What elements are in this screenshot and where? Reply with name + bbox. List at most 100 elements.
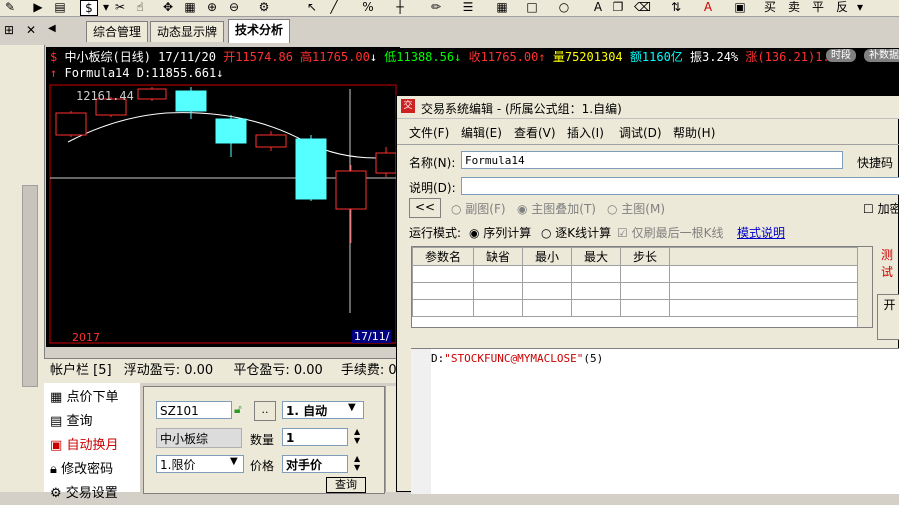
hand-icon[interactable]: ☝ xyxy=(132,0,148,14)
code-line: D:"STOCKFUNC@MYMACLOSE"(5) xyxy=(431,352,604,365)
menu-edit[interactable]: 编辑(E) xyxy=(461,124,502,142)
list-icon[interactable]: ☰ xyxy=(460,0,476,14)
dialog-title: 交易系统编辑 - (所属公式组：1.自编) xyxy=(421,102,622,116)
amount-value: 额1160亿 xyxy=(629,50,683,64)
scroll-left-icon[interactable]: ◀ xyxy=(48,23,56,34)
col-step[interactable]: 步长 xyxy=(620,247,670,266)
col-min[interactable]: 最小 xyxy=(522,247,572,266)
sort-icon[interactable]: ⇅ xyxy=(668,0,684,14)
change-value: 涨(136.21)1. xyxy=(745,50,830,64)
pin-icon[interactable]: ⊞ xyxy=(4,23,14,37)
radio-sequence[interactable]: ◉ 序列计算 xyxy=(469,224,531,241)
encrypt-checkbox[interactable]: ☐ 加密 xyxy=(863,200,899,217)
sell-icon[interactable]: 卖 xyxy=(786,0,802,14)
down-arrow-icon: ↓ xyxy=(216,66,224,80)
circle-icon[interactable]: ○ xyxy=(556,0,572,14)
radio-main-chart[interactable]: ○ 主图(M) xyxy=(607,200,665,217)
price-input[interactable]: 对手价 xyxy=(282,455,348,473)
dollar-icon[interactable]: $ xyxy=(80,0,98,16)
erase-icon[interactable]: ⌫ xyxy=(634,0,651,14)
radio-per-bar[interactable]: ○ 逐K线计算 xyxy=(541,224,611,241)
lock-icon[interactable]: 🔓︎ xyxy=(234,402,242,417)
param-table[interactable]: 参数名 缺省 最小 最大 步长 xyxy=(411,246,873,328)
menu-change-password[interactable]: 🔒︎ 修改密码 xyxy=(50,458,113,481)
more-icon[interactable]: ▾ xyxy=(852,0,868,14)
menu-debug[interactable]: 调试(D) xyxy=(619,124,662,142)
menu-view[interactable]: 查看(V) xyxy=(514,124,556,142)
candle-body xyxy=(335,170,367,210)
close-icon[interactable]: ✕ xyxy=(26,23,36,37)
x-label-cursor: 17/11/ xyxy=(352,330,392,343)
last-bar-checkbox[interactable]: ☑ 仅刷最后一根K线 xyxy=(617,224,723,241)
rectangle-icon[interactable]: □ xyxy=(524,0,540,14)
close-value: 收11765.00 xyxy=(468,50,539,64)
move-icon[interactable]: ✥ xyxy=(160,0,176,14)
close-position-icon[interactable]: 平 xyxy=(810,0,826,14)
text-a-icon[interactable]: A xyxy=(590,0,606,14)
mode-help-link[interactable]: 模式说明 xyxy=(737,224,785,241)
copy-icon[interactable]: ❐ xyxy=(610,0,626,14)
tab-overview[interactable]: 综合管理 xyxy=(86,21,149,42)
cursor-icon[interactable]: ↖ xyxy=(304,0,320,14)
play-icon[interactable]: ▶ xyxy=(30,0,46,14)
percent-icon[interactable]: % xyxy=(360,0,376,14)
col-param-name[interactable]: 参数名 xyxy=(412,247,474,266)
fill-data-button[interactable]: 补数据 xyxy=(864,49,899,62)
zoom-in-icon[interactable]: ⊕ xyxy=(204,0,220,14)
menu-trade-settings[interactable]: ⚙ 交易设置 xyxy=(50,482,118,505)
test-label: 测试 xyxy=(881,248,894,279)
chart-right-area xyxy=(398,64,899,95)
edit-icon[interactable]: ✎ xyxy=(2,0,18,14)
col-max[interactable]: 最大 xyxy=(571,247,621,266)
menu-help[interactable]: 帮助(H) xyxy=(673,124,715,142)
radio-main-overlay[interactable]: ◉ 主图叠加(T) xyxy=(517,200,596,217)
save-icon[interactable]: ▣ xyxy=(732,0,748,14)
left-scrollbar[interactable] xyxy=(22,185,38,387)
scissors-icon[interactable]: ✂ xyxy=(112,0,128,14)
radio-sub-chart[interactable]: ○ 副图(F) xyxy=(451,200,506,217)
time-period-button[interactable]: 时段 xyxy=(826,49,856,62)
line-tool-icon[interactable]: ╱ xyxy=(326,0,342,14)
settings-icon[interactable]: ⚙ xyxy=(256,0,272,14)
code-editor[interactable]: D:"STOCKFUNC@MYMACLOSE"(5) xyxy=(411,348,899,494)
tab-technical-analysis[interactable]: 技术分析 xyxy=(228,19,291,43)
chevron-down-icon[interactable]: ▼ xyxy=(230,456,238,467)
tab-dynamic-board[interactable]: 动态显示牌 xyxy=(150,21,225,42)
query-icon: ▤ xyxy=(50,414,63,429)
menu-insert[interactable]: 插入(I) xyxy=(567,124,604,142)
kline-chart[interactable]: $ 中小板综(日线) 17/11/20 开11574.86 ↑ Formula1… xyxy=(46,47,400,347)
qty-stepper[interactable]: ▲ ▼ xyxy=(354,427,360,445)
chevron-down-icon[interactable]: ▼ xyxy=(348,402,356,413)
col-default[interactable]: 缺省 xyxy=(473,247,523,266)
reverse-icon[interactable]: 反 xyxy=(834,0,850,14)
pen-icon[interactable]: ✏ xyxy=(428,0,444,14)
document-icon[interactable]: ▤ xyxy=(52,0,68,14)
qty-input[interactable]: 1 xyxy=(282,428,348,446)
table-icon[interactable]: ▦ xyxy=(494,0,510,14)
menu-auto-roll[interactable]: ▣ 自动换月 xyxy=(50,434,118,457)
grid-icon[interactable]: ▦ xyxy=(182,0,198,14)
price-stepper[interactable]: ▲ ▼ xyxy=(354,454,360,472)
dialog-titlebar[interactable]: 交 交易系统编辑 - (所属公式组：1.自编) xyxy=(397,96,899,119)
open-value: 开11574.86 xyxy=(223,50,293,64)
buy-icon[interactable]: 买 xyxy=(762,0,778,14)
browse-button[interactable]: .. xyxy=(254,401,276,421)
menu-divider xyxy=(397,144,899,145)
menu-point-order[interactable]: ▦ 点价下单 xyxy=(50,386,118,409)
menu-file[interactable]: 文件(F) xyxy=(409,124,449,142)
code-input[interactable]: SZ101 xyxy=(156,401,232,419)
open-button[interactable]: 开 xyxy=(877,294,899,340)
font-color-icon[interactable]: A xyxy=(700,0,716,14)
query-button[interactable]: 查询 xyxy=(326,477,366,493)
zoom-out-icon[interactable]: ⊖ xyxy=(226,0,242,14)
desc-input[interactable] xyxy=(461,177,899,195)
table-row xyxy=(412,299,872,317)
candle-body xyxy=(295,138,327,200)
shortcut-label: 快捷码 xyxy=(857,156,894,170)
account-title[interactable]: 帐户栏 [5] xyxy=(50,363,112,378)
param-table-scrollbar[interactable] xyxy=(857,247,872,327)
menu-query[interactable]: ▤ 查询 xyxy=(50,410,92,433)
collapse-button[interactable]: << xyxy=(409,198,441,218)
ruler-icon[interactable]: ┼ xyxy=(392,0,408,14)
name-input[interactable]: Formula14 xyxy=(461,151,843,169)
